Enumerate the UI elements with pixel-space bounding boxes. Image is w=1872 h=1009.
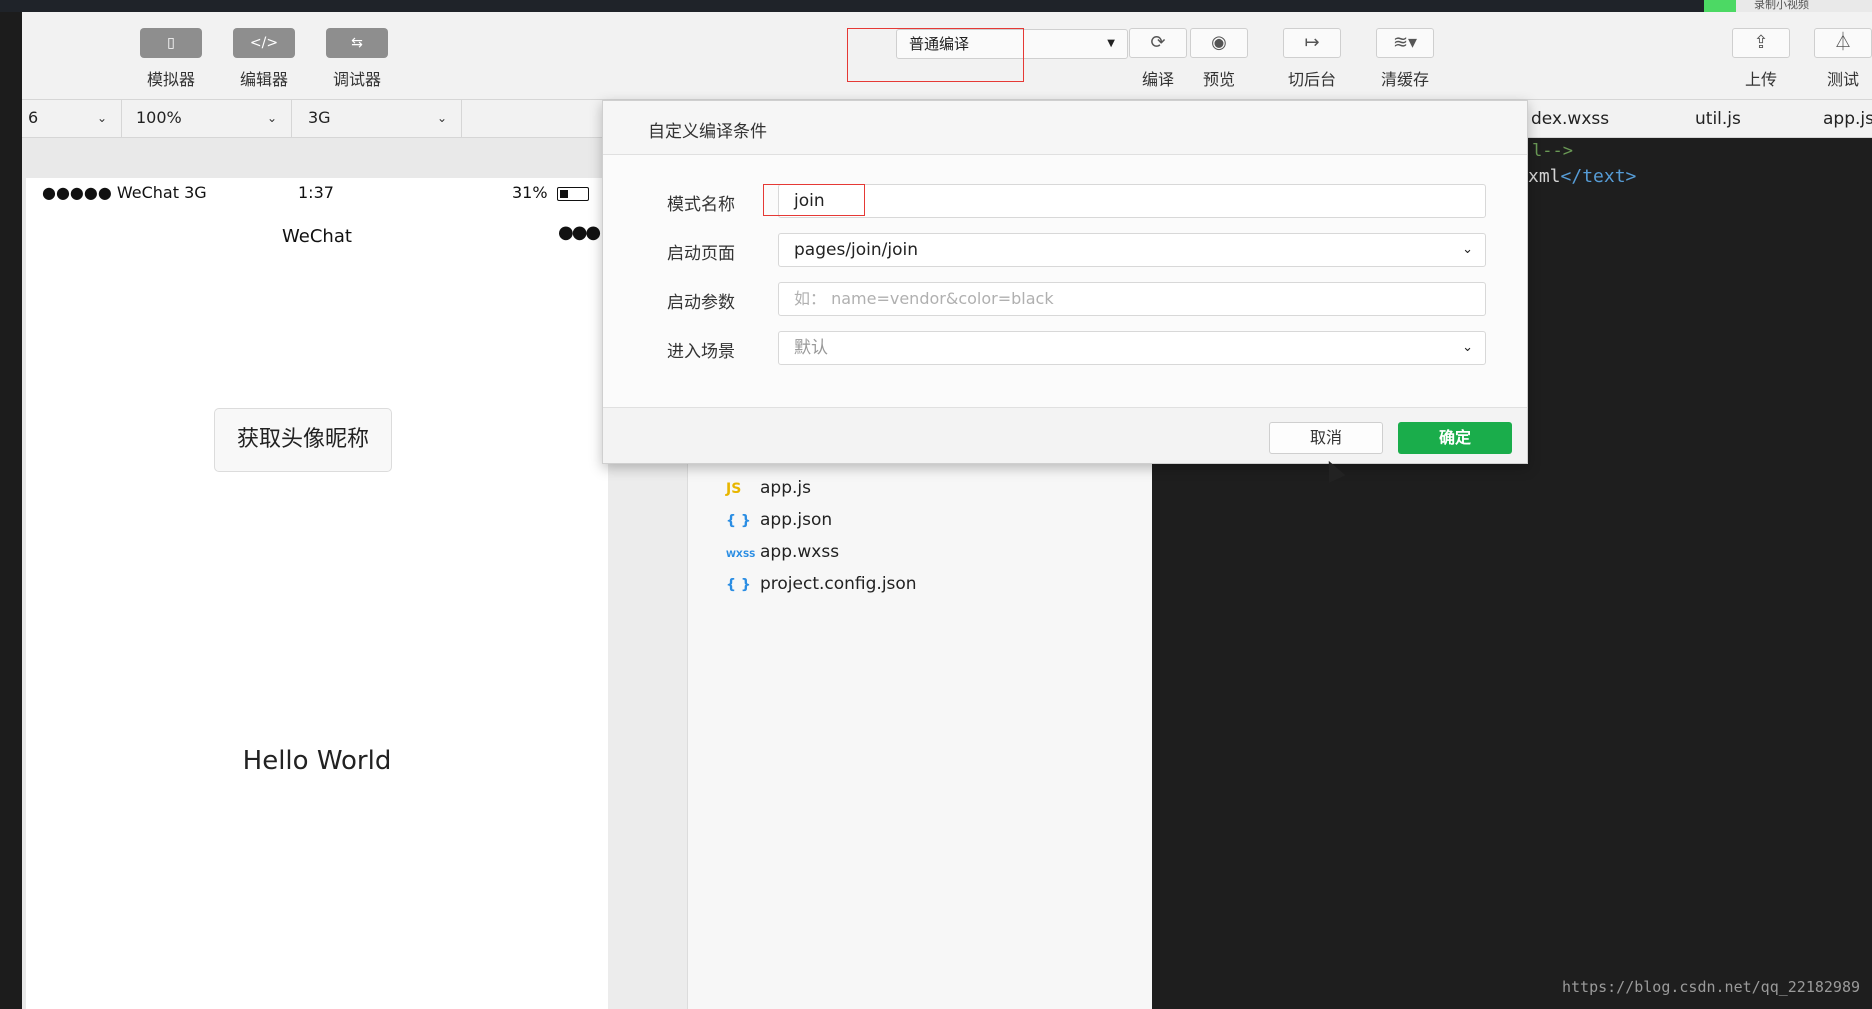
zoom-select[interactable]: 100% ⌄ <box>122 100 292 138</box>
phone-status-bar: ●●●●● WeChat 3G 1:37 31% <box>26 178 608 208</box>
test-button[interactable]: ⏃ 测试 <box>1812 28 1872 90</box>
time-text: 1:37 <box>298 183 334 202</box>
clear-cache-label: 清缓存 <box>1380 70 1429 89</box>
highlight-box-mode-name <box>763 184 865 216</box>
device-select[interactable]: 6 ⌄ <box>26 100 122 138</box>
start-params-label: 启动参数 <box>667 293 735 313</box>
start-page-value: pages/join/join <box>794 240 919 260</box>
tab-app-js[interactable]: app.js <box>1823 109 1872 129</box>
scene-label: 进入场景 <box>667 342 735 362</box>
switch-background-button[interactable]: ↦ 切后台 <box>1281 28 1343 90</box>
dialog-title: 自定义编译条件 <box>648 122 767 142</box>
refresh-icon: ⟳ <box>1129 28 1187 58</box>
file-name: app.js <box>760 478 811 498</box>
network-value: 3G <box>308 108 331 127</box>
file-item-app-js[interactable]: JS app.js <box>726 478 811 498</box>
left-edge-bar <box>0 12 22 1009</box>
scene-value: 默认 <box>794 338 828 358</box>
top-strip: 录制小视频 <box>0 0 1872 12</box>
battery-icon <box>557 187 589 201</box>
eye-icon: ◉ <box>1190 28 1248 58</box>
battery-percent: 31% <box>512 183 548 202</box>
simulator-area: ●●●●● WeChat 3G 1:37 31% WeChat ●●● 获取头像… <box>22 138 608 1009</box>
json-file-icon: { } <box>726 577 751 593</box>
compile-label: 编译 <box>1141 70 1174 89</box>
carrier-text: ●●●●● WeChat 3G <box>42 183 207 202</box>
code-text: xml <box>1528 166 1561 187</box>
network-select[interactable]: 3G ⌄ <box>292 100 462 138</box>
phone-icon: ▯ <box>140 28 202 58</box>
preview-button[interactable]: ◉ 预览 <box>1188 28 1250 90</box>
phone-screen: ●●●●● WeChat 3G 1:37 31% WeChat ●●● 获取头像… <box>26 178 608 1009</box>
code-line: xml</text> <box>1528 166 1636 187</box>
start-page-select[interactable]: pages/join/join ⌄ <box>778 233 1486 267</box>
debug-icon: ⇆ <box>326 28 388 58</box>
get-avatar-nickname-button[interactable]: 获取头像昵称 <box>214 408 392 472</box>
chevron-down-icon: ⌄ <box>1462 242 1473 257</box>
upload-icon: ⇪ <box>1732 28 1790 58</box>
test-label: 测试 <box>1826 70 1859 89</box>
upload-label: 上传 <box>1744 70 1777 89</box>
json-file-icon: { } <box>726 513 751 529</box>
code-comment-line: l--> <box>1532 141 1573 161</box>
start-params-input[interactable]: 如： name=vendor&color=black <box>778 282 1486 316</box>
recording-label: 录制小视频 <box>1754 0 1809 11</box>
chevron-down-icon: ⌄ <box>1462 340 1473 355</box>
scene-select[interactable]: 默认 ⌄ <box>778 331 1486 365</box>
clear-cache-button[interactable]: ≋▾ 清缓存 <box>1374 28 1436 90</box>
code-tag: </text> <box>1560 166 1637 187</box>
file-item-app-wxss[interactable]: WXSS app.wxss <box>726 542 839 562</box>
hello-world-text: Hello World <box>242 746 392 776</box>
highlight-box-compile-mode <box>847 28 1024 82</box>
dialog-header: 自定义编译条件 <box>603 101 1527 155</box>
simulator-label: 模拟器 <box>146 70 195 89</box>
confirm-button[interactable]: 确定 <box>1398 422 1512 454</box>
more-dots-icon[interactable]: ●●● <box>558 222 601 243</box>
chevron-down-icon: ⌄ <box>436 111 447 125</box>
file-name: app.wxss <box>760 542 840 562</box>
editor-toggle-button[interactable]: </> 编辑器 <box>233 28 295 90</box>
upload-button[interactable]: ⇪ 上传 <box>1730 28 1792 90</box>
device-value: 6 <box>28 108 39 127</box>
simulator-settings-bar: 6 ⌄ 100% ⌄ 3G ⌄ <box>22 100 608 138</box>
dropdown-caret-icon: ▼ <box>1107 38 1115 49</box>
file-name: project.config.json <box>760 574 917 594</box>
file-item-project-config[interactable]: { } project.config.json <box>726 574 917 594</box>
start-page-label: 启动页面 <box>667 244 735 264</box>
chevron-down-icon: ⌄ <box>266 111 277 125</box>
recording-status-icon <box>1704 0 1736 12</box>
file-item-app-json[interactable]: { } app.json <box>726 510 832 530</box>
chevron-down-icon: ⌄ <box>96 111 107 125</box>
compile-button[interactable]: ⟳ 编译 <box>1127 28 1189 90</box>
tab-util-js[interactable]: util.js <box>1695 109 1741 129</box>
js-file-icon: JS <box>726 481 742 497</box>
editor-tab-bar: dex.wxss util.js app.js <box>1525 100 1872 138</box>
simulator-toggle-button[interactable]: ▯ 模拟器 <box>140 28 202 90</box>
debugger-toggle-button[interactable]: ⇆ 调试器 <box>326 28 388 90</box>
mode-name-input[interactable]: join <box>778 184 1486 218</box>
file-name: app.json <box>760 510 833 530</box>
layers-icon: ≋▾ <box>1376 28 1434 58</box>
wxss-file-icon: WXSS <box>726 550 756 560</box>
watermark-url: https://blog.csdn.net/qq_22182989 <box>1561 978 1860 996</box>
editor-label: 编辑器 <box>239 70 288 89</box>
nav-title: WeChat <box>282 226 352 247</box>
switch-background-label: 切后台 <box>1287 70 1336 89</box>
preview-label: 预览 <box>1202 70 1235 89</box>
dialog-footer: 取消 确定 <box>603 407 1527 463</box>
tab-index-wxss[interactable]: dex.wxss <box>1531 109 1609 129</box>
recording-indicator[interactable]: 录制小视频 <box>1704 0 1872 12</box>
custom-compile-dialog: 自定义编译条件 模式名称 join 启动页面 pages/join/join ⌄… <box>602 100 1528 464</box>
zoom-value: 100% <box>136 108 182 127</box>
switch-background-icon: ↦ <box>1283 28 1341 58</box>
start-params-placeholder: 如： name=vendor&color=black <box>794 289 1054 308</box>
debugger-label: 调试器 <box>332 70 381 89</box>
code-icon: </> <box>233 28 295 58</box>
cancel-button[interactable]: 取消 <box>1269 422 1383 454</box>
flask-icon: ⏃ <box>1814 28 1872 58</box>
mode-name-label: 模式名称 <box>667 195 735 215</box>
